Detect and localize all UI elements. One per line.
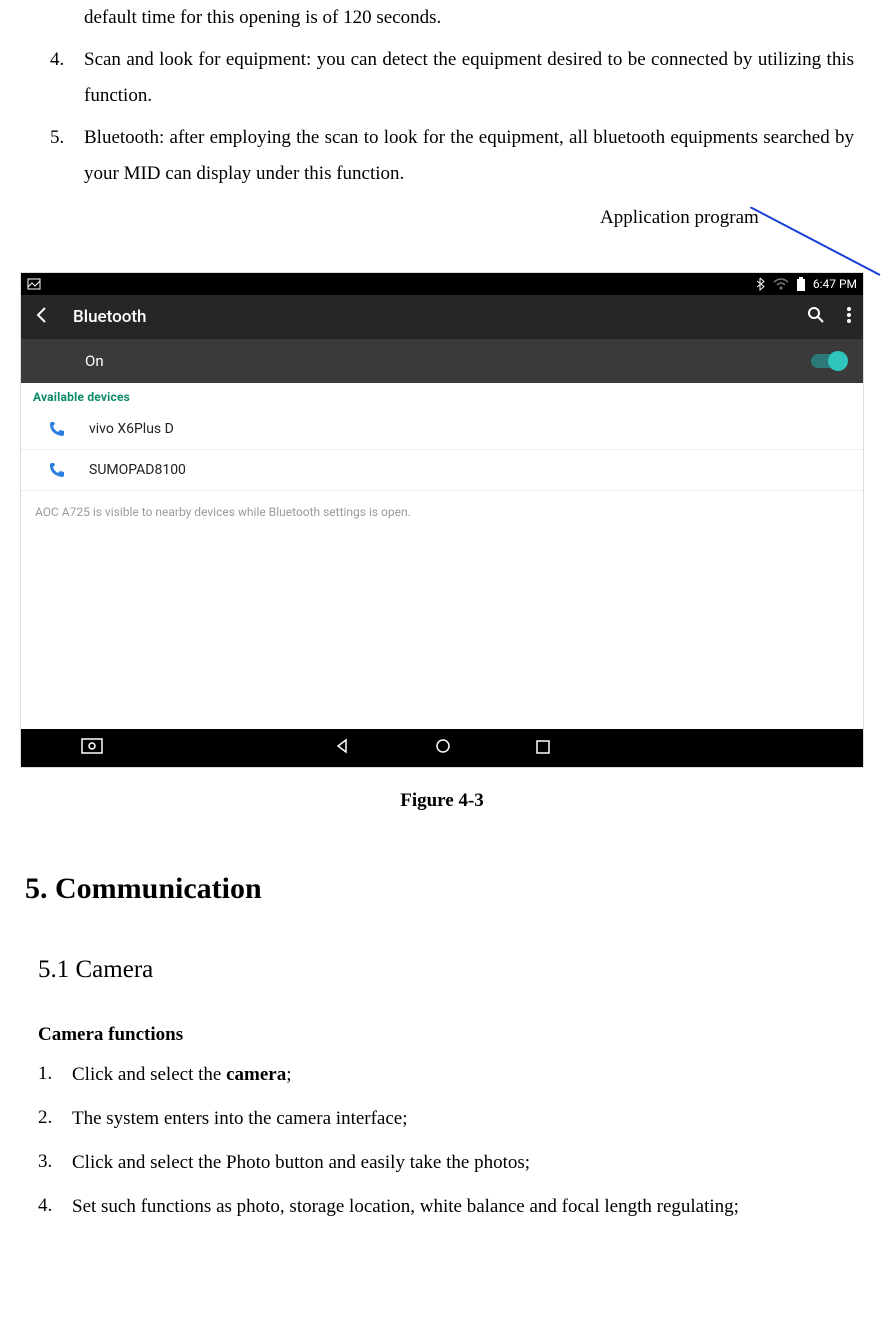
cam-num-4: 4. [30,1188,72,1226]
recent-nav-icon[interactable] [536,739,550,758]
image-indicator-icon [27,278,41,290]
available-devices-header: Available devices [21,383,863,409]
cam-item-3: Click and select the Photo button and ea… [72,1144,854,1182]
cam-item-4: Set such functions as photo, storage loc… [72,1188,854,1226]
phone-icon [49,462,65,478]
bluetooth-on-row: On [21,339,863,383]
list-item-3-cont: default time for this opening is of 120 … [84,0,854,36]
cam-num-3: 3. [30,1144,72,1182]
list-item-5: Bluetooth: after employing the scan to l… [84,120,854,192]
figure-caption: Figure 4-3 [30,790,854,812]
cam-item-1: Click and select the camera; [72,1056,854,1094]
callout-label: Application program [600,202,759,234]
subsection-heading: 5.1 Camera [38,956,854,984]
on-label: On [85,352,104,370]
more-icon[interactable] [847,307,851,328]
cam-num-2: 2. [30,1100,72,1138]
section-heading: 5. Communication [25,872,854,906]
phone-icon [49,421,65,437]
bluetooth-header: Bluetooth [21,295,863,339]
back-nav-icon[interactable] [334,738,350,758]
device-row[interactable]: SUMOPAD8100 [21,450,863,491]
list-num-5: 5. [30,120,84,192]
callout-arrow [750,207,884,282]
screenshot-nav-icon[interactable] [81,738,103,758]
search-icon[interactable] [807,306,825,329]
device-name-1: vivo X6Plus D [89,421,174,437]
embedded-screenshot: 6:47 PM Bluetooth On Available devices [20,272,864,768]
visibility-note: AOC A725 is visible to nearby devices wh… [21,491,863,519]
cam-num-1: 1. [30,1056,72,1094]
camera-functions-heading: Camera functions [38,1024,854,1046]
status-bar: 6:47 PM [21,273,863,295]
list-item-4: Scan and look for equipment: you can det… [84,42,854,114]
cam-item-2: The system enters into the camera interf… [72,1100,854,1138]
device-name-2: SUMOPAD8100 [89,462,186,478]
nav-bar [21,729,863,767]
home-nav-icon[interactable] [435,738,451,758]
bluetooth-toggle[interactable] [811,354,845,368]
bluetooth-title: Bluetooth [73,307,147,327]
list-num-4: 4. [30,42,84,114]
back-icon[interactable] [33,306,51,329]
device-row[interactable]: vivo X6Plus D [21,409,863,450]
